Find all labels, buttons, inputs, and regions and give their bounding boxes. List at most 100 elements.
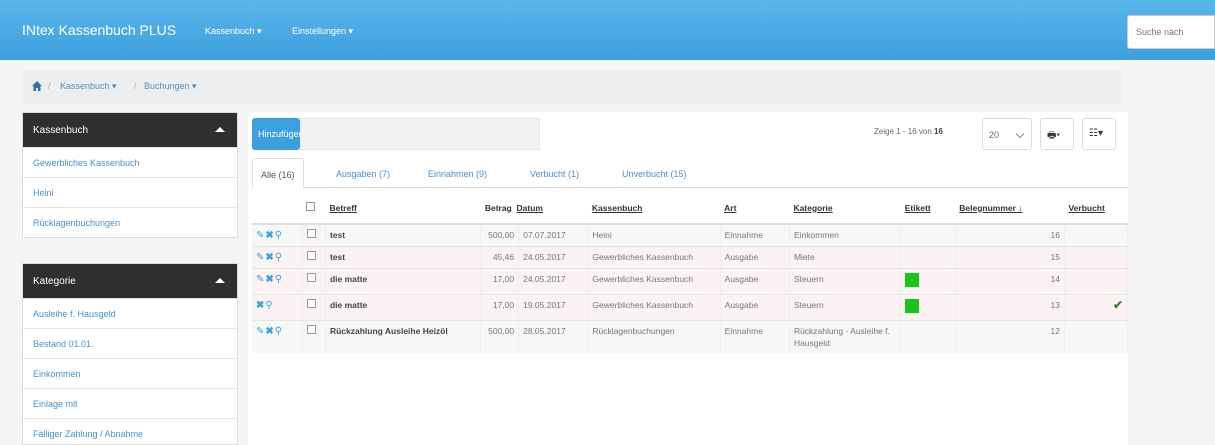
delete-icon[interactable]: ✖ — [265, 230, 273, 242]
header-select-all — [302, 192, 326, 225]
breadcrumb-kassenbuch[interactable]: Kassenbuch ▾ — [60, 81, 117, 92]
table-row[interactable]: ✎✖⚲ test 45,46 24.05.2017 Gewerbliches K… — [252, 246, 1129, 269]
panel-header-kassenbuch[interactable]: Kassenbuch — [23, 113, 237, 147]
sidebar-item-kategorie[interactable]: Bestand 01.01. — [23, 328, 237, 358]
tab-verbucht[interactable]: Verbucht (1) — [522, 158, 587, 188]
row-checkbox[interactable] — [306, 251, 316, 260]
per-page-select[interactable]: 20 — [982, 118, 1032, 150]
header-betreff[interactable]: Betreff — [325, 192, 481, 225]
table-search-input[interactable] — [300, 118, 540, 150]
home-icon[interactable] — [32, 81, 42, 91]
header-art[interactable]: Art — [720, 192, 790, 225]
cell-betrag: 500,00 — [480, 223, 520, 247]
print-button[interactable]: 🖶▾ — [1040, 118, 1074, 150]
delete-icon[interactable]: ✖ — [265, 274, 273, 286]
cell-datum: 24.05.2017 — [518, 246, 589, 269]
header-label: Belegnummer ↓ — [959, 202, 1023, 213]
etikett-green-label — [905, 299, 920, 313]
row-checkbox[interactable] — [306, 299, 316, 308]
edit-icon[interactable]: ✎ — [256, 274, 264, 286]
cell-verbucht — [1064, 223, 1129, 247]
delete-icon[interactable]: ✖ — [265, 326, 273, 338]
pagination-info: Zeige 1 - 16 von 16 — [874, 127, 943, 136]
row-actions: ✎✖⚲ — [252, 223, 303, 247]
cell-etikett — [900, 320, 956, 353]
search-icon[interactable]: ⚲ — [265, 300, 272, 312]
edit-icon[interactable]: ✎ — [256, 252, 264, 264]
cell-betrag: 500,00 — [480, 320, 520, 353]
sidebar-item-kategorie[interactable]: Fälliger Zahlung / Abnahme — [23, 418, 237, 444]
list-columns-icon: ☷▾ — [1089, 128, 1103, 139]
edit-icon[interactable]: ✎ — [256, 326, 264, 338]
search-icon[interactable]: ⚲ — [275, 252, 282, 264]
table-row[interactable]: ✎✖⚲ die matte 17,00 24.05.2017 Gewerblic… — [252, 268, 1129, 295]
cell-kategorie: Steuern — [789, 268, 902, 295]
table-row[interactable]: ✎✖⚲ test 500,00 07.07.2017 Heini Einnahm… — [252, 223, 1129, 247]
breadcrumb-buchungen[interactable]: Buchungen ▾ — [144, 81, 197, 92]
etikett-green-label — [905, 273, 920, 287]
columns-button[interactable]: ☷▾ — [1082, 118, 1116, 150]
sidebar-item-heini[interactable]: Heini — [23, 177, 237, 207]
cell-betrag: 45,46 — [480, 246, 520, 269]
tab-einnahmen[interactable]: Einnahmen (9) — [420, 158, 495, 188]
navbar-search-input[interactable] — [1127, 15, 1215, 49]
header-verbucht[interactable]: Verbucht — [1064, 192, 1128, 225]
cell-etikett — [900, 223, 956, 247]
header-etikett[interactable]: Etikett — [900, 192, 956, 225]
tab-ausgaben[interactable]: Ausgaben (7) — [328, 158, 398, 188]
cell-art: Einnahme — [720, 320, 790, 353]
cell-kategorie: Steuern — [789, 294, 902, 321]
row-checkbox[interactable] — [306, 325, 316, 334]
header-belegnummer[interactable]: Belegnummer ↓ — [955, 192, 1065, 225]
header-label: Kategorie — [793, 202, 833, 213]
panel-header-kategorie[interactable]: Kategorie — [23, 264, 237, 298]
table-row[interactable]: ✖⚲ die matte 17,00 19.05.2017 Gewerblich… — [252, 294, 1129, 321]
header-betrag[interactable]: Betrag — [485, 203, 512, 213]
table-row[interactable]: ✎✖⚲ Rückzahlung Ausleihe Heizöl 500,00 2… — [252, 320, 1129, 353]
nav-menu-kassenbuch[interactable]: Kassenbuch ▾ — [205, 26, 262, 37]
select-all-checkbox[interactable] — [306, 202, 316, 211]
cell-verbucht: ✔ — [1064, 294, 1129, 321]
sidebar-item-kategorie[interactable]: Einlage mit — [23, 388, 237, 418]
delete-icon[interactable]: ✖ — [265, 252, 273, 264]
panel-title: Kategorie — [33, 276, 76, 287]
sidebar-item-kategorie[interactable]: Ausleihe f. Hausgeld — [23, 298, 237, 328]
cell-verbucht — [1064, 320, 1129, 353]
row-checkbox[interactable] — [306, 229, 316, 238]
cell-betreff: test — [325, 246, 482, 269]
search-icon[interactable]: ⚲ — [275, 326, 282, 338]
pager-prefix: Zeige 1 - 16 von — [874, 127, 932, 136]
sidebar-item-kategorie[interactable]: Einkommen — [23, 358, 237, 388]
header-kassenbuch[interactable]: Kassenbuch — [587, 192, 721, 225]
tab-alle[interactable]: Alle (16) — [252, 158, 304, 189]
panel-title: Kassenbuch — [33, 125, 89, 136]
cell-betrag: 17,00 — [480, 294, 520, 321]
tab-unverbucht[interactable]: Unverbucht (15) — [614, 158, 695, 188]
app-brand[interactable]: INtex Kassenbuch PLUS — [22, 22, 176, 38]
sidebar-item-gewerbliches-kassenbuch[interactable]: Gewerbliches Kassenbuch — [23, 147, 237, 177]
header-label: Betreff — [329, 202, 357, 213]
chevron-down-icon — [1015, 129, 1025, 139]
search-icon[interactable]: ⚲ — [275, 274, 282, 286]
collapse-caret-icon[interactable] — [215, 278, 225, 283]
cell-betreff: die matte — [325, 294, 482, 321]
collapse-caret-icon[interactable] — [215, 127, 225, 132]
delete-icon[interactable]: ✖ — [256, 300, 264, 312]
cell-datum: 28.05.2017 — [518, 320, 589, 353]
cell-verbucht — [1064, 268, 1129, 295]
row-checkbox[interactable] — [306, 273, 316, 282]
add-button[interactable]: Hinzufügen — [252, 118, 304, 150]
edit-icon[interactable]: ✎ — [256, 230, 264, 242]
filter-tabs: Alle (16) Ausgaben (7) Einnahmen (9) Ver… — [252, 158, 1128, 189]
search-icon[interactable]: ⚲ — [275, 230, 282, 242]
row-select — [302, 268, 326, 295]
breadcrumb-separator: / — [48, 81, 51, 91]
header-kategorie[interactable]: Kategorie — [789, 192, 901, 225]
header-datum[interactable]: Datum — [517, 203, 543, 213]
sidebar-item-ruecklagenbuchungen[interactable]: Rücklagenbuchungen — [23, 207, 237, 237]
checkmark-icon: ✔ — [1112, 298, 1123, 312]
cell-betreff: die matte — [325, 268, 482, 295]
nav-menu-einstellungen[interactable]: Einstellungen ▾ — [292, 26, 353, 37]
cell-kassenbuch: Rücklagenbuchungen — [587, 320, 721, 353]
row-select — [302, 223, 326, 247]
